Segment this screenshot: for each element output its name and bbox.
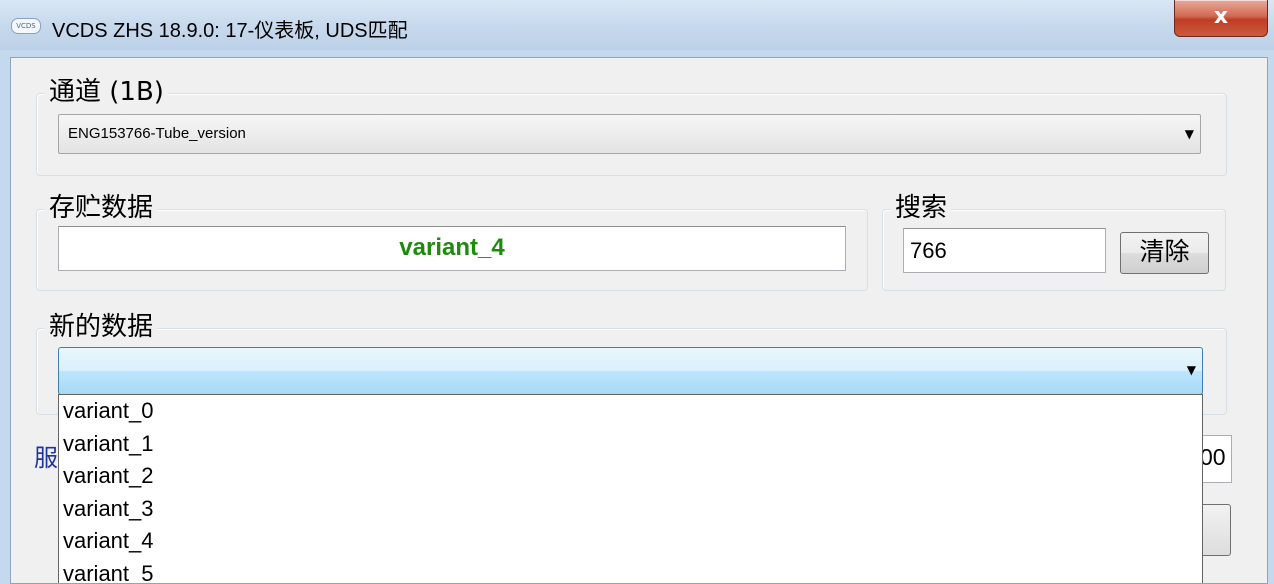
option-variant-0[interactable]: variant_0 (59, 395, 1202, 428)
option-variant-5[interactable]: variant_5 (59, 558, 1202, 584)
new-data-group-title: 新的数据 (45, 310, 158, 344)
stored-data-field: variant_4 (58, 226, 846, 271)
option-variant-4[interactable]: variant_4 (59, 525, 1202, 558)
partial-value: 00 (1200, 444, 1226, 470)
search-group-title: 搜索 (891, 191, 952, 225)
partial-label: 服 (34, 444, 58, 472)
channel-dropdown[interactable]: ENG153766-Tube_version ▼ (58, 114, 1201, 154)
search-input[interactable]: 766 (903, 228, 1106, 273)
clear-button[interactable]: 清除 (1120, 232, 1209, 274)
option-variant-1[interactable]: variant_1 (59, 428, 1202, 461)
window-title: VCDS ZHS 18.9.0: 17-仪表板, UDS匹配 (52, 20, 408, 42)
dropdown-arrow-icon: ▼ (1184, 127, 1194, 141)
channel-group-title: 通道 (1B) (45, 75, 168, 109)
stored-data-value: variant_4 (399, 234, 505, 261)
channel-selected-value: ENG153766-Tube_version (68, 125, 246, 142)
app-icon: VCDS (11, 18, 41, 34)
new-data-dropdown[interactable]: ▼ (58, 347, 1203, 395)
new-data-options-list: variant_0 variant_1 variant_2 variant_3 … (58, 394, 1203, 583)
close-button[interactable]: x (1174, 0, 1268, 37)
dropdown-arrow-icon: ▼ (1186, 363, 1196, 377)
stored-data-group-title: 存贮数据 (45, 191, 158, 225)
search-input-value: 766 (910, 238, 947, 263)
title-bar: VCDS VCDS ZHS 18.9.0: 17-仪表板, UDS匹配 x (0, 0, 1274, 50)
option-variant-2[interactable]: variant_2 (59, 460, 1202, 493)
option-variant-3[interactable]: variant_3 (59, 493, 1202, 526)
